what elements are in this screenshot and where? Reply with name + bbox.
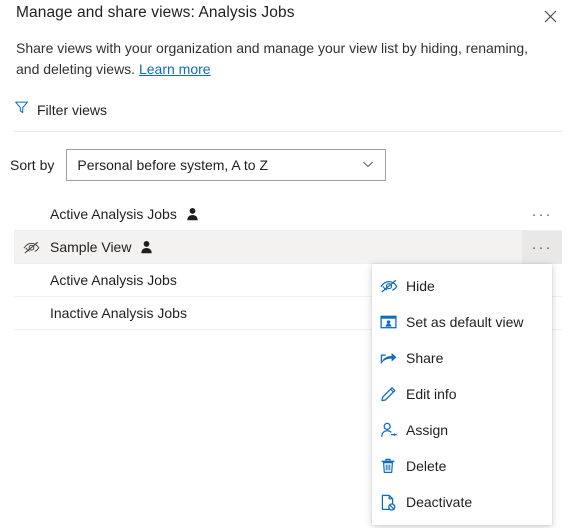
- filter-views-label: Filter views: [37, 102, 108, 118]
- view-name: Active Analysis Jobs: [50, 272, 177, 288]
- menu-item-label: Share: [406, 350, 444, 366]
- menu-item-delete[interactable]: Delete: [372, 448, 552, 484]
- view-name: Sample View: [50, 239, 132, 255]
- manage-share-views-dialog: Manage and share views: Analysis Jobs Sh…: [0, 0, 576, 528]
- table-row[interactable]: Sample View ···: [14, 231, 562, 264]
- chevron-down-icon: [361, 157, 375, 174]
- close-button[interactable]: [534, 2, 566, 30]
- personal-view-icon: [140, 240, 153, 254]
- personal-view-icon: [186, 207, 199, 221]
- menu-item-edit-info[interactable]: Edit info: [372, 376, 552, 412]
- menu-item-share[interactable]: Share: [372, 340, 552, 376]
- default-view-icon: [380, 312, 406, 332]
- document-deactivate-icon: [380, 492, 406, 512]
- menu-item-label: Set as default view: [406, 314, 524, 330]
- menu-item-label: Edit info: [406, 386, 457, 402]
- menu-item-label: Assign: [406, 422, 449, 438]
- header-divider: [14, 131, 562, 132]
- sort-by-label: Sort by: [10, 157, 55, 173]
- page-title: Manage and share views: Analysis Jobs: [16, 4, 295, 21]
- learn-more-link[interactable]: Learn more: [139, 61, 211, 77]
- row-overflow-button[interactable]: ···: [522, 198, 562, 231]
- person-assign-icon: [380, 420, 406, 440]
- menu-item-set-as-default-view[interactable]: Set as default view: [372, 304, 552, 340]
- menu-item-label: Hide: [406, 278, 435, 294]
- sort-by-select[interactable]: Personal before system, A to Z: [66, 149, 387, 181]
- menu-item-label: Deactivate: [406, 494, 473, 510]
- overflow-dots-icon: ···: [531, 206, 553, 223]
- share-icon: [380, 348, 406, 368]
- menu-item-assign[interactable]: Assign: [372, 412, 552, 448]
- overflow-dots-icon: ···: [531, 239, 553, 256]
- dialog-header: Manage and share views: Analysis Jobs: [0, 0, 576, 34]
- description-text: Share views with your organization and m…: [16, 40, 529, 77]
- trash-delete-icon: [380, 456, 406, 476]
- filter-views-button[interactable]: Filter views: [14, 96, 107, 124]
- menu-item-hide[interactable]: Hide: [372, 268, 552, 304]
- menu-item-label: Delete: [406, 458, 447, 474]
- view-name: Inactive Analysis Jobs: [50, 305, 187, 321]
- menu-item-deactivate[interactable]: Deactivate: [372, 484, 552, 520]
- dialog-description: Share views with your organization and m…: [16, 38, 546, 80]
- view-name: Active Analysis Jobs: [50, 206, 177, 222]
- sort-by-row: Sort by Personal before system, A to Z: [10, 149, 387, 181]
- pencil-edit-icon: [380, 384, 406, 404]
- table-row[interactable]: Active Analysis Jobs ···: [14, 198, 562, 231]
- filter-funnel-icon: [14, 100, 29, 120]
- eye-hidden-icon: [20, 231, 42, 264]
- row-overflow-button[interactable]: ···: [522, 231, 562, 264]
- sort-by-value: Personal before system, A to Z: [77, 157, 269, 173]
- close-icon: [544, 10, 557, 23]
- eye-hidden-icon: [380, 276, 406, 296]
- row-context-menu: Hide Set as default view Share Edit info…: [372, 264, 552, 525]
